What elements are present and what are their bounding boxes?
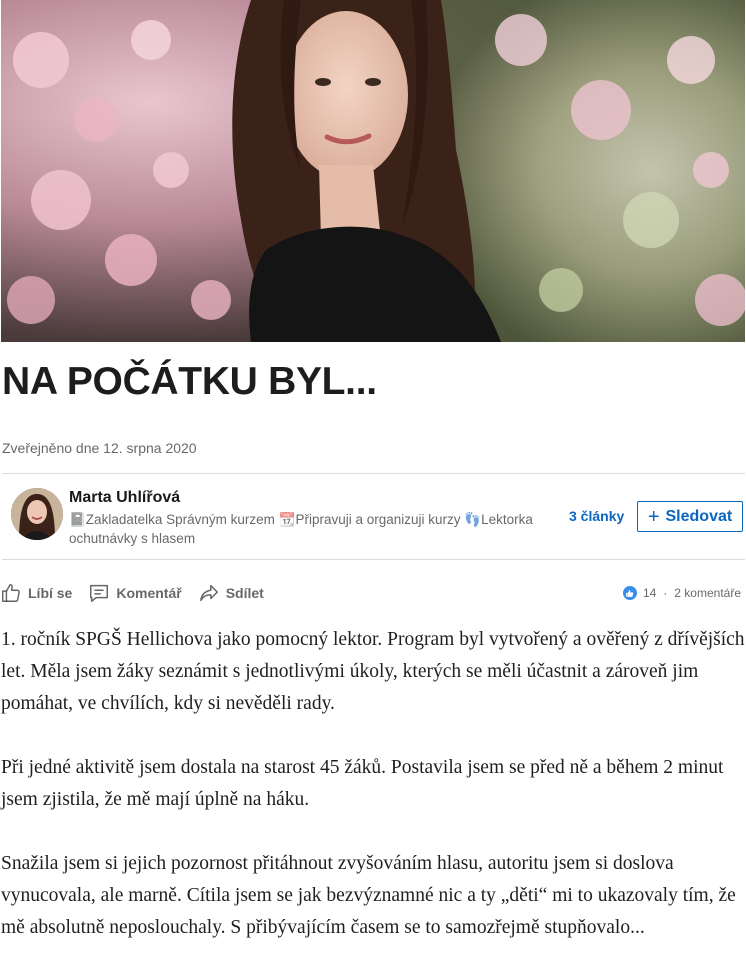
article-paragraph: Snažila jsem si jejich pozornost přitáhn… [1, 853, 736, 938]
divider [2, 473, 745, 474]
comments-count[interactable]: 2 komentáře [674, 584, 741, 602]
comment-icon [88, 582, 110, 604]
publish-date: Zveřejněno dne 12. srpna 2020 [2, 440, 197, 456]
share-button[interactable]: Sdílet [198, 582, 264, 604]
article-paragraph: 1. ročník SPGŠ Hellichova jako pomocný l… [1, 629, 745, 714]
divider [2, 559, 745, 560]
author-name[interactable]: Marta Uhlířová [69, 488, 180, 508]
follow-label: Sledovat [665, 507, 733, 525]
author-headline: 📓Zakladatelka Správným kurzem 📆Připravuj… [69, 512, 533, 546]
comment-label: Komentář [116, 585, 182, 601]
social-counts[interactable]: 14 · 2 komentáře [622, 584, 741, 602]
like-reaction-icon [622, 586, 637, 600]
like-button[interactable]: Líbí se [0, 582, 72, 604]
plus-icon: + [647, 505, 660, 528]
share-arrow-icon [198, 582, 220, 604]
article-body: 1. ročník SPGŠ Hellichova jako pomocný l… [1, 624, 745, 976]
article-title: NA POČÁTKU BYL... [2, 360, 377, 403]
article-paragraph: Při jedné aktivitě jsem dostala na staro… [1, 757, 724, 810]
comment-button[interactable]: Komentář [88, 582, 182, 604]
share-label: Sdílet [225, 585, 264, 601]
like-label: Líbí se [28, 585, 73, 601]
thumbs-up-icon [0, 582, 22, 604]
author-articles-link[interactable]: 3 články [569, 506, 624, 526]
follow-button[interactable]: + Sledovat [637, 501, 743, 532]
reactions-count[interactable]: 14 [643, 584, 656, 602]
article-cover-image [1, 0, 745, 342]
social-actions-bar: Líbí se Komentář Sdílet [0, 580, 280, 606]
separator: · [663, 586, 668, 600]
author-avatar[interactable] [11, 488, 63, 540]
